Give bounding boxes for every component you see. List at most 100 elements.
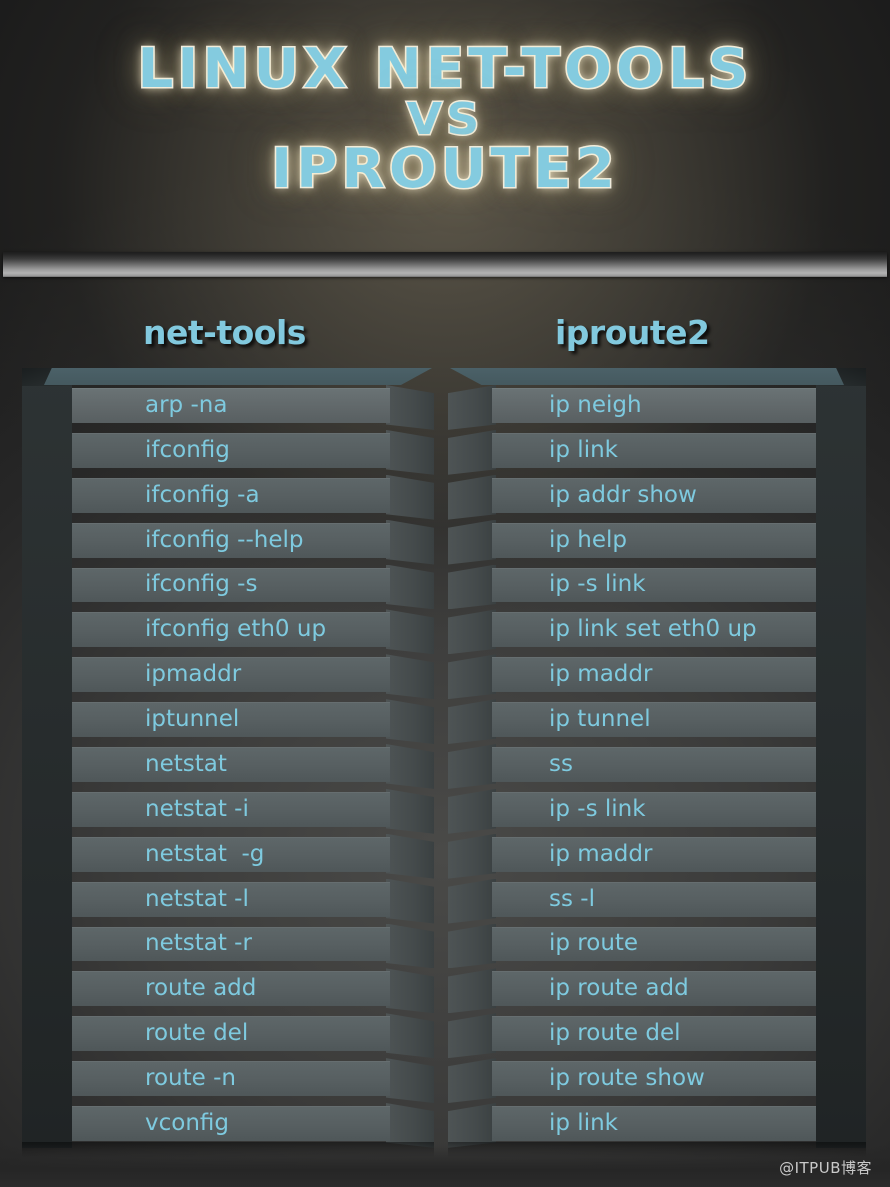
step-bevel-left <box>386 385 434 430</box>
command-label: ip -s link <box>549 571 646 598</box>
step-bevel-left <box>386 1058 434 1103</box>
command-label: netstat -l <box>145 885 249 912</box>
metal-divider-bar <box>3 252 887 277</box>
step-bevel-right <box>448 968 496 1014</box>
command-label: ifconfig -s <box>145 571 258 598</box>
step-face: ifconfig --help <box>72 522 390 558</box>
step-face: route -n <box>72 1061 390 1096</box>
step-bevel-left <box>386 564 434 610</box>
table-row: ss <box>448 744 816 789</box>
step-bevel-left <box>386 654 434 700</box>
step-face: netstat -g <box>72 836 390 872</box>
table-row: ip route <box>448 923 816 969</box>
step-bevel-left <box>386 1013 434 1059</box>
step-face: netstat -i <box>72 791 390 827</box>
pedestal-side-panel-left <box>22 368 72 1148</box>
step-face: ip addr show <box>492 477 816 513</box>
command-label: route del <box>145 1020 249 1047</box>
step-face: ip link set eth0 up <box>492 612 816 648</box>
title-line-1: LINUX NET-TOOLS <box>136 37 753 100</box>
infographic-canvas: LINUX NET-TOOLS VS IPROUTE2 net-tools ip… <box>0 0 890 1187</box>
table-row: ip route add <box>448 968 816 1014</box>
step-face: ifconfig <box>72 432 390 468</box>
title-block: LINUX NET-TOOLS VS IPROUTE2 <box>0 37 890 200</box>
step-bevel-left <box>386 744 434 789</box>
table-row: ifconfig eth0 up <box>72 609 434 655</box>
step-bevel-right <box>448 654 496 700</box>
command-label: ip maddr <box>549 661 653 688</box>
pedestal-cap-right <box>450 368 844 385</box>
command-label: route -n <box>145 1065 236 1092</box>
step-bevel-right <box>448 699 496 744</box>
table-row: ifconfig <box>72 429 434 475</box>
command-label: arp -na <box>145 391 228 418</box>
iproute2-row-stack: ip neigh ip link ip addr show ip help ip -s … <box>448 385 816 1148</box>
table-row: ip help <box>448 519 816 565</box>
table-row: ip route del <box>448 1013 816 1059</box>
table-row: iptunnel <box>72 699 434 744</box>
command-label: ip route show <box>549 1065 705 1092</box>
step-bevel-left <box>386 699 434 744</box>
step-bevel-right <box>448 1058 496 1103</box>
command-label: ip link <box>549 1109 618 1136</box>
step-bevel-left <box>386 923 434 969</box>
step-face: ip route show <box>492 1061 816 1096</box>
command-label: ip tunnel <box>549 706 651 733</box>
step-face: ss -l <box>492 881 816 917</box>
step-face: ip route add <box>492 971 816 1007</box>
step-face: arp -na <box>72 388 390 423</box>
step-face: route del <box>72 1016 390 1052</box>
step-bevel-right <box>448 833 496 879</box>
net-tools-column: arp -na ifconfig ifconfig -a ifconfig --hel… <box>22 368 434 1158</box>
step-face: ip help <box>492 522 816 558</box>
table-row: ifconfig -a <box>72 474 434 520</box>
table-row: netstat <box>72 744 434 789</box>
command-label: ip link <box>549 436 618 463</box>
command-label: ip route add <box>549 975 689 1002</box>
step-face: ip tunnel <box>492 702 816 737</box>
table-row: ip link <box>448 429 816 475</box>
command-label: ipmaddr <box>145 661 242 688</box>
command-label: ip maddr <box>549 840 653 867</box>
step-face: netstat -r <box>72 926 390 962</box>
table-row: ip addr show <box>448 474 816 520</box>
command-label: ifconfig <box>145 436 230 463</box>
command-label: ss -l <box>549 885 595 912</box>
table-row: ip -s link <box>448 564 816 610</box>
column-header-net-tools: net-tools <box>143 313 306 352</box>
step-bevel-left <box>386 519 434 565</box>
table-row: ip link set eth0 up <box>448 609 816 655</box>
step-bevel-left <box>386 833 434 879</box>
title-line-3: IPROUTE2 <box>270 137 619 200</box>
command-label: ip route del <box>549 1020 681 1047</box>
command-label: ifconfig eth0 up <box>145 616 327 643</box>
step-bevel-right <box>448 519 496 565</box>
step-face: ipmaddr <box>72 657 390 693</box>
table-row: ifconfig -s <box>72 564 434 610</box>
step-bevel-right <box>448 564 496 610</box>
table-row: ip tunnel <box>448 699 816 744</box>
step-bevel-right <box>448 878 496 924</box>
table-row: ip maddr <box>448 833 816 879</box>
watermark: @ITPUB博客 <box>779 1159 872 1177</box>
step-face: ip route del <box>492 1016 816 1052</box>
command-label: ifconfig -a <box>145 481 260 508</box>
step-face: ss <box>492 747 816 782</box>
step-face: iptunnel <box>72 702 390 737</box>
table-row: netstat -i <box>72 788 434 834</box>
command-label: vconfig <box>145 1109 229 1136</box>
table-row: ip -s link <box>448 788 816 834</box>
step-bevel-right <box>448 609 496 655</box>
command-label: ifconfig --help <box>145 526 304 553</box>
step-bevel-left <box>386 878 434 924</box>
net-tools-row-stack: arp -na ifconfig ifconfig -a ifconfig --hel… <box>72 385 434 1148</box>
step-bevel-right <box>448 429 496 475</box>
step-bevel-right <box>448 744 496 789</box>
step-face: ip maddr <box>492 836 816 872</box>
step-face: ip -s link <box>492 791 816 827</box>
table-row: netstat -r <box>72 923 434 969</box>
table-row: netstat -l <box>72 878 434 924</box>
table-row: ip maddr <box>448 654 816 700</box>
table-row: ip neigh <box>448 385 816 430</box>
step-face: ifconfig -s <box>72 567 390 603</box>
